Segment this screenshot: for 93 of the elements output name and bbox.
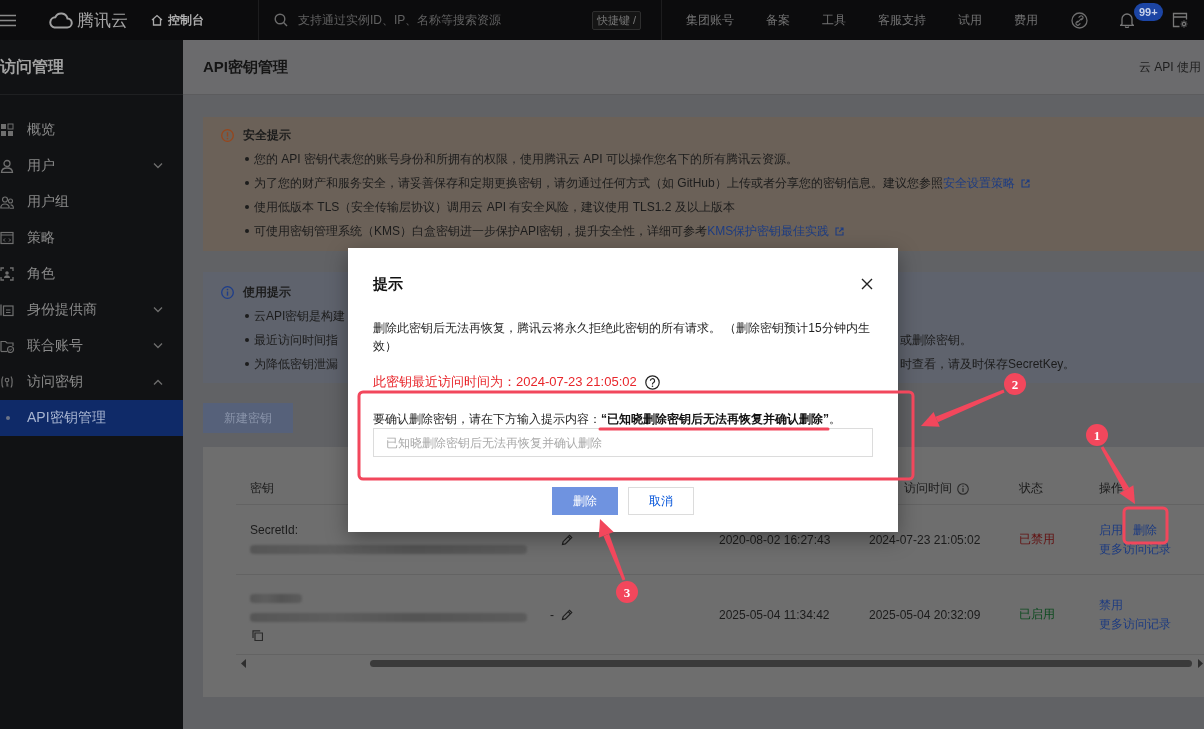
tip-text: 为降低密钥泄漏 <box>254 355 338 373</box>
secret-label: SecretId: <box>250 523 299 537</box>
key-icon <box>0 375 14 389</box>
bullet-icon <box>245 362 249 366</box>
scroll-left-icon[interactable] <box>241 659 246 668</box>
bullet-icon <box>245 181 249 185</box>
highlight-frame <box>1122 506 1169 545</box>
menu-icon[interactable] <box>0 13 16 27</box>
column-header: 密钥 <box>250 480 274 497</box>
window-icon <box>0 303 14 317</box>
bullet-icon <box>245 338 249 342</box>
column-header: 访问时间 <box>904 480 952 497</box>
tip-title: 使用提示 <box>243 283 291 301</box>
nav-link[interactable]: 工具 <box>822 11 846 29</box>
search-field[interactable]: 支持通过实例ID、IP、名称等搜索资源 <box>298 10 592 30</box>
page-title: API密钥管理 <box>203 57 288 77</box>
grid-icon <box>0 123 14 137</box>
sidebar-title: 访问管理 <box>0 56 64 77</box>
brand-name: 腾讯云 <box>77 9 128 32</box>
nav-link[interactable]: 集团账号 <box>686 11 734 29</box>
dialog-title: 提示 <box>373 274 403 294</box>
close-icon[interactable] <box>861 278 873 290</box>
docs-link[interactable]: 云 API 使用 <box>1139 58 1204 76</box>
confirm-input[interactable]: 已知晓删除密钥后无法再恢复并确认删除 <box>373 428 873 457</box>
tip-text: 云API密钥是构建 <box>254 307 346 325</box>
bullet-icon <box>245 205 249 209</box>
cancel-button[interactable]: 取消 <box>628 487 694 515</box>
notification-badge: 99+ <box>1134 3 1163 21</box>
pencil-icon[interactable] <box>561 533 573 546</box>
pointer-arrow <box>1100 446 1135 504</box>
tip-text: 最近访问时间指 <box>254 331 338 349</box>
cloud-logo-icon <box>48 11 73 29</box>
column-header: 操作 <box>1099 480 1123 497</box>
person-icon <box>0 159 14 173</box>
people-icon <box>0 195 14 209</box>
warning-icon <box>221 128 234 142</box>
shortcut-hint: 快捷键 / <box>591 10 641 30</box>
link-icon[interactable] <box>1071 11 1088 29</box>
tip-text: 时查看，请及时保存SecretKey。 <box>900 355 1076 373</box>
step-number: 2 <box>1004 373 1026 395</box>
table-cell: 2020-08-02 16:27:43 <box>719 532 831 547</box>
step-number: 3 <box>616 581 638 603</box>
nav-link[interactable]: 备案 <box>766 11 790 29</box>
sidebar-item[interactable]: 角色 <box>0 256 183 292</box>
pencil-icon[interactable] <box>561 608 573 621</box>
table-cell: 2025-05-04 11:34:42 <box>719 607 830 622</box>
dot-icon <box>6 416 10 420</box>
tip-title: 安全提示 <box>243 126 291 144</box>
nav-link[interactable]: 客服支持 <box>878 11 926 29</box>
bell-icon[interactable] <box>1120 12 1134 28</box>
info-icon <box>221 285 234 299</box>
pointer-arrow <box>598 519 626 581</box>
search-icon <box>274 13 288 27</box>
sidebar-item[interactable]: 访问密钥 <box>0 364 183 400</box>
confirm-prompt: 要确认删除密钥，请在下方输入提示内容：“已知晓删除密钥后无法再恢复并确认删除”。 <box>373 411 841 427</box>
step-number: 1 <box>1086 424 1108 446</box>
sidebar-item[interactable]: 用户 <box>0 148 183 184</box>
help-icon[interactable] <box>644 374 660 390</box>
code-window-icon <box>0 231 14 245</box>
panel-gear-icon[interactable] <box>1172 12 1188 28</box>
sidebar-item[interactable]: 联合账号 <box>0 328 183 364</box>
bullet-icon <box>245 314 249 318</box>
status-text: 已启用 <box>1019 606 1055 623</box>
folder-check-icon <box>0 339 14 353</box>
external-link-icon <box>1020 178 1030 188</box>
scroll-right-icon[interactable] <box>1198 659 1203 668</box>
sidebar-item[interactable]: 概览 <box>0 112 183 148</box>
dialog-message: 删除此密钥后无法再恢复，腾讯云将永久拒绝此密钥的所有请求。 （删除密钥预计15分钟内生效） <box>373 320 871 355</box>
scrollbar-thumb[interactable] <box>370 660 1192 667</box>
nav-link[interactable]: 试用 <box>958 11 982 29</box>
sidebar-item[interactable]: API密钥管理 <box>0 400 183 436</box>
table-cell-text: - <box>550 607 555 622</box>
sidebar-item[interactable]: 身份提供商 <box>0 292 183 328</box>
tip-text: 或删除密钥。 <box>900 331 972 349</box>
sidebar-item[interactable]: 用户组 <box>0 184 183 220</box>
external-link-icon <box>835 226 845 236</box>
status-text: 已禁用 <box>1019 531 1055 548</box>
table-cell: 2025-05-04 20:32:09 <box>869 607 981 622</box>
table-cell: 2024-07-23 21:05:02 <box>869 532 981 547</box>
bullet-icon <box>245 229 249 233</box>
home-icon <box>151 14 163 26</box>
tip-text: 您的 API 密钥代表您的账号身份和所拥有的权限，使用腾讯云 API 可以操作您名下的所有腾讯云资源。 <box>254 150 799 168</box>
column-header: 状态 <box>1019 480 1043 497</box>
bullet-icon <box>245 157 249 161</box>
tip-text: 可使用密钥管理系统（KMS）白盒密钥进一步保护API密钥，提升安全性，详细可参考KMS保护密钥最佳实践 <box>254 222 845 240</box>
nav-link[interactable]: 费用 <box>1014 11 1038 29</box>
last-access-notice: 此密钥最近访问时间为：2024-07-23 21:05:02 <box>373 373 637 391</box>
person-frame-icon <box>0 267 14 281</box>
blurred-secret <box>250 593 302 603</box>
sidebar-item[interactable]: 策略 <box>0 220 183 256</box>
info-icon <box>957 482 969 495</box>
copy-icon[interactable] <box>252 629 263 641</box>
console-link[interactable]: 控制台 <box>151 11 204 29</box>
